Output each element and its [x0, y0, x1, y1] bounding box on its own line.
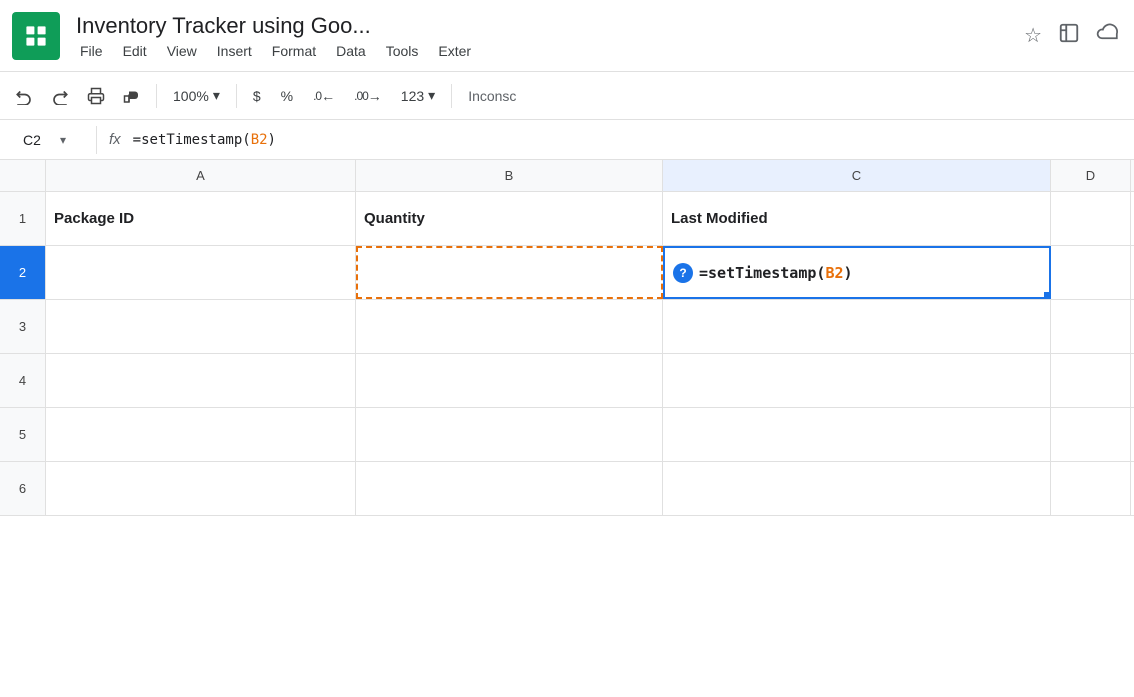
doc-title[interactable]: Inventory Tracker using Goo...	[72, 11, 1012, 41]
cell-b1[interactable]: Quantity	[356, 192, 663, 245]
menu-file[interactable]: File	[72, 41, 111, 61]
fx-icon: fx	[105, 131, 125, 148]
row-num-6[interactable]: 6	[0, 462, 46, 515]
paint-format-button[interactable]	[116, 80, 148, 112]
cell-b3[interactable]	[356, 300, 663, 353]
menu-extensions[interactable]: Exter	[430, 41, 479, 61]
cell-b5[interactable]	[356, 408, 663, 461]
formula-b2-ref: B2	[825, 264, 843, 282]
cell-ref-chevron-icon[interactable]: ▾	[60, 133, 66, 147]
drive-icon[interactable]	[1058, 22, 1080, 50]
table-row: 2 ? =setTimestamp(B2)	[0, 246, 1134, 300]
more-formats-selector[interactable]: 123 ▾	[393, 85, 443, 106]
cell-a1[interactable]: Package ID	[46, 192, 356, 245]
cell-c2-formula: =setTimestamp(B2)	[699, 264, 853, 282]
cell-c3[interactable]	[663, 300, 1051, 353]
cell-a1-value: Package ID	[54, 210, 134, 227]
menu-data[interactable]: Data	[328, 41, 374, 61]
row-num-header	[0, 160, 46, 191]
title-icons: ☆	[1024, 22, 1122, 50]
percent-button[interactable]: %	[273, 80, 301, 112]
currency-button[interactable]: $	[245, 80, 269, 112]
title-area: Inventory Tracker using Goo... File Edit…	[72, 11, 1012, 61]
toolbar: 100% ▾ $ % .0 ← .00 → 123 ▾ Inconsc	[0, 72, 1134, 120]
cell-reference: ▾	[8, 132, 88, 148]
menu-format[interactable]: Format	[264, 41, 324, 61]
row-num-1[interactable]: 1	[0, 192, 46, 245]
cell-c6[interactable]	[663, 462, 1051, 515]
formula-ref: B2	[251, 132, 268, 148]
cell-c5[interactable]	[663, 408, 1051, 461]
table-row: 1 Package ID Quantity Last Modified	[0, 192, 1134, 246]
table-row: 4	[0, 354, 1134, 408]
row-num-4[interactable]: 4	[0, 354, 46, 407]
menu-tools[interactable]: Tools	[378, 41, 427, 61]
spreadsheet: A B C D 1 Package ID Quantity Last Modif…	[0, 160, 1134, 516]
menu-bar: File Edit View Insert Format Data Tools …	[72, 41, 1012, 61]
menu-insert[interactable]: Insert	[209, 41, 260, 61]
formula-close: )	[268, 132, 276, 148]
menu-view[interactable]: View	[159, 41, 205, 61]
col-header-d[interactable]: D	[1051, 160, 1131, 191]
cell-b2[interactable]	[356, 246, 663, 299]
menu-edit[interactable]: Edit	[115, 41, 155, 61]
cell-a5[interactable]	[46, 408, 356, 461]
cell-c1[interactable]: Last Modified	[663, 192, 1051, 245]
decimal-decrease-label: .0	[313, 89, 321, 103]
redo-button[interactable]	[44, 80, 76, 112]
row-num-5[interactable]: 5	[0, 408, 46, 461]
column-headers: A B C D	[0, 160, 1134, 192]
cell-d1[interactable]	[1051, 192, 1131, 245]
cell-d6[interactable]	[1051, 462, 1131, 515]
zoom-selector[interactable]: 100% ▾	[165, 85, 228, 106]
cell-d3[interactable]	[1051, 300, 1131, 353]
table-row: 6	[0, 462, 1134, 516]
decimal-increase-button[interactable]: .00 →	[346, 80, 389, 112]
more-formats-label: 123	[401, 88, 424, 104]
cell-c4[interactable]	[663, 354, 1051, 407]
undo-button[interactable]	[8, 80, 40, 112]
col-header-b[interactable]: B	[356, 160, 663, 191]
cell-d2[interactable]	[1051, 246, 1131, 299]
inconsistent-label: Inconsc	[468, 88, 516, 104]
decimal-increase-label: .00	[354, 89, 368, 103]
app-icon	[12, 12, 60, 60]
toolbar-divider-1	[156, 84, 157, 108]
decimal-decrease-button[interactable]: .0 ←	[305, 80, 342, 112]
table-row: 3	[0, 300, 1134, 354]
cell-c1-value: Last Modified	[671, 210, 768, 227]
star-icon[interactable]: ☆	[1024, 23, 1042, 48]
col-header-c[interactable]: C	[663, 160, 1051, 191]
formula-bar: ▾ fx =setTimestamp(B2)	[0, 120, 1134, 160]
cell-b6[interactable]	[356, 462, 663, 515]
more-formats-arrow-icon: ▾	[428, 87, 435, 104]
formula-content[interactable]: =setTimestamp(B2)	[133, 132, 1126, 148]
zoom-arrow-icon: ▾	[213, 87, 220, 104]
cell-a2[interactable]	[46, 246, 356, 299]
cell-d5[interactable]	[1051, 408, 1131, 461]
cell-b4[interactable]	[356, 354, 663, 407]
question-badge: ?	[673, 263, 693, 283]
cell-a4[interactable]	[46, 354, 356, 407]
col-header-a[interactable]: A	[46, 160, 356, 191]
cell-ref-input[interactable]	[8, 132, 56, 148]
print-button[interactable]	[80, 80, 112, 112]
row-num-2[interactable]: 2	[0, 246, 46, 299]
formula-bar-divider	[96, 126, 97, 154]
cloud-icon[interactable]	[1096, 22, 1122, 50]
cell-a6[interactable]	[46, 462, 356, 515]
cell-c2[interactable]: ? =setTimestamp(B2)	[663, 246, 1051, 299]
formula-prefix: =setTimestamp(	[133, 132, 251, 148]
toolbar-divider-2	[236, 84, 237, 108]
table-row: 5	[0, 408, 1134, 462]
zoom-value: 100%	[173, 88, 209, 104]
cell-b1-value: Quantity	[364, 210, 425, 227]
title-bar: Inventory Tracker using Goo... File Edit…	[0, 0, 1134, 72]
cell-a3[interactable]	[46, 300, 356, 353]
toolbar-divider-3	[451, 84, 452, 108]
cell-d4[interactable]	[1051, 354, 1131, 407]
row-num-3[interactable]: 3	[0, 300, 46, 353]
